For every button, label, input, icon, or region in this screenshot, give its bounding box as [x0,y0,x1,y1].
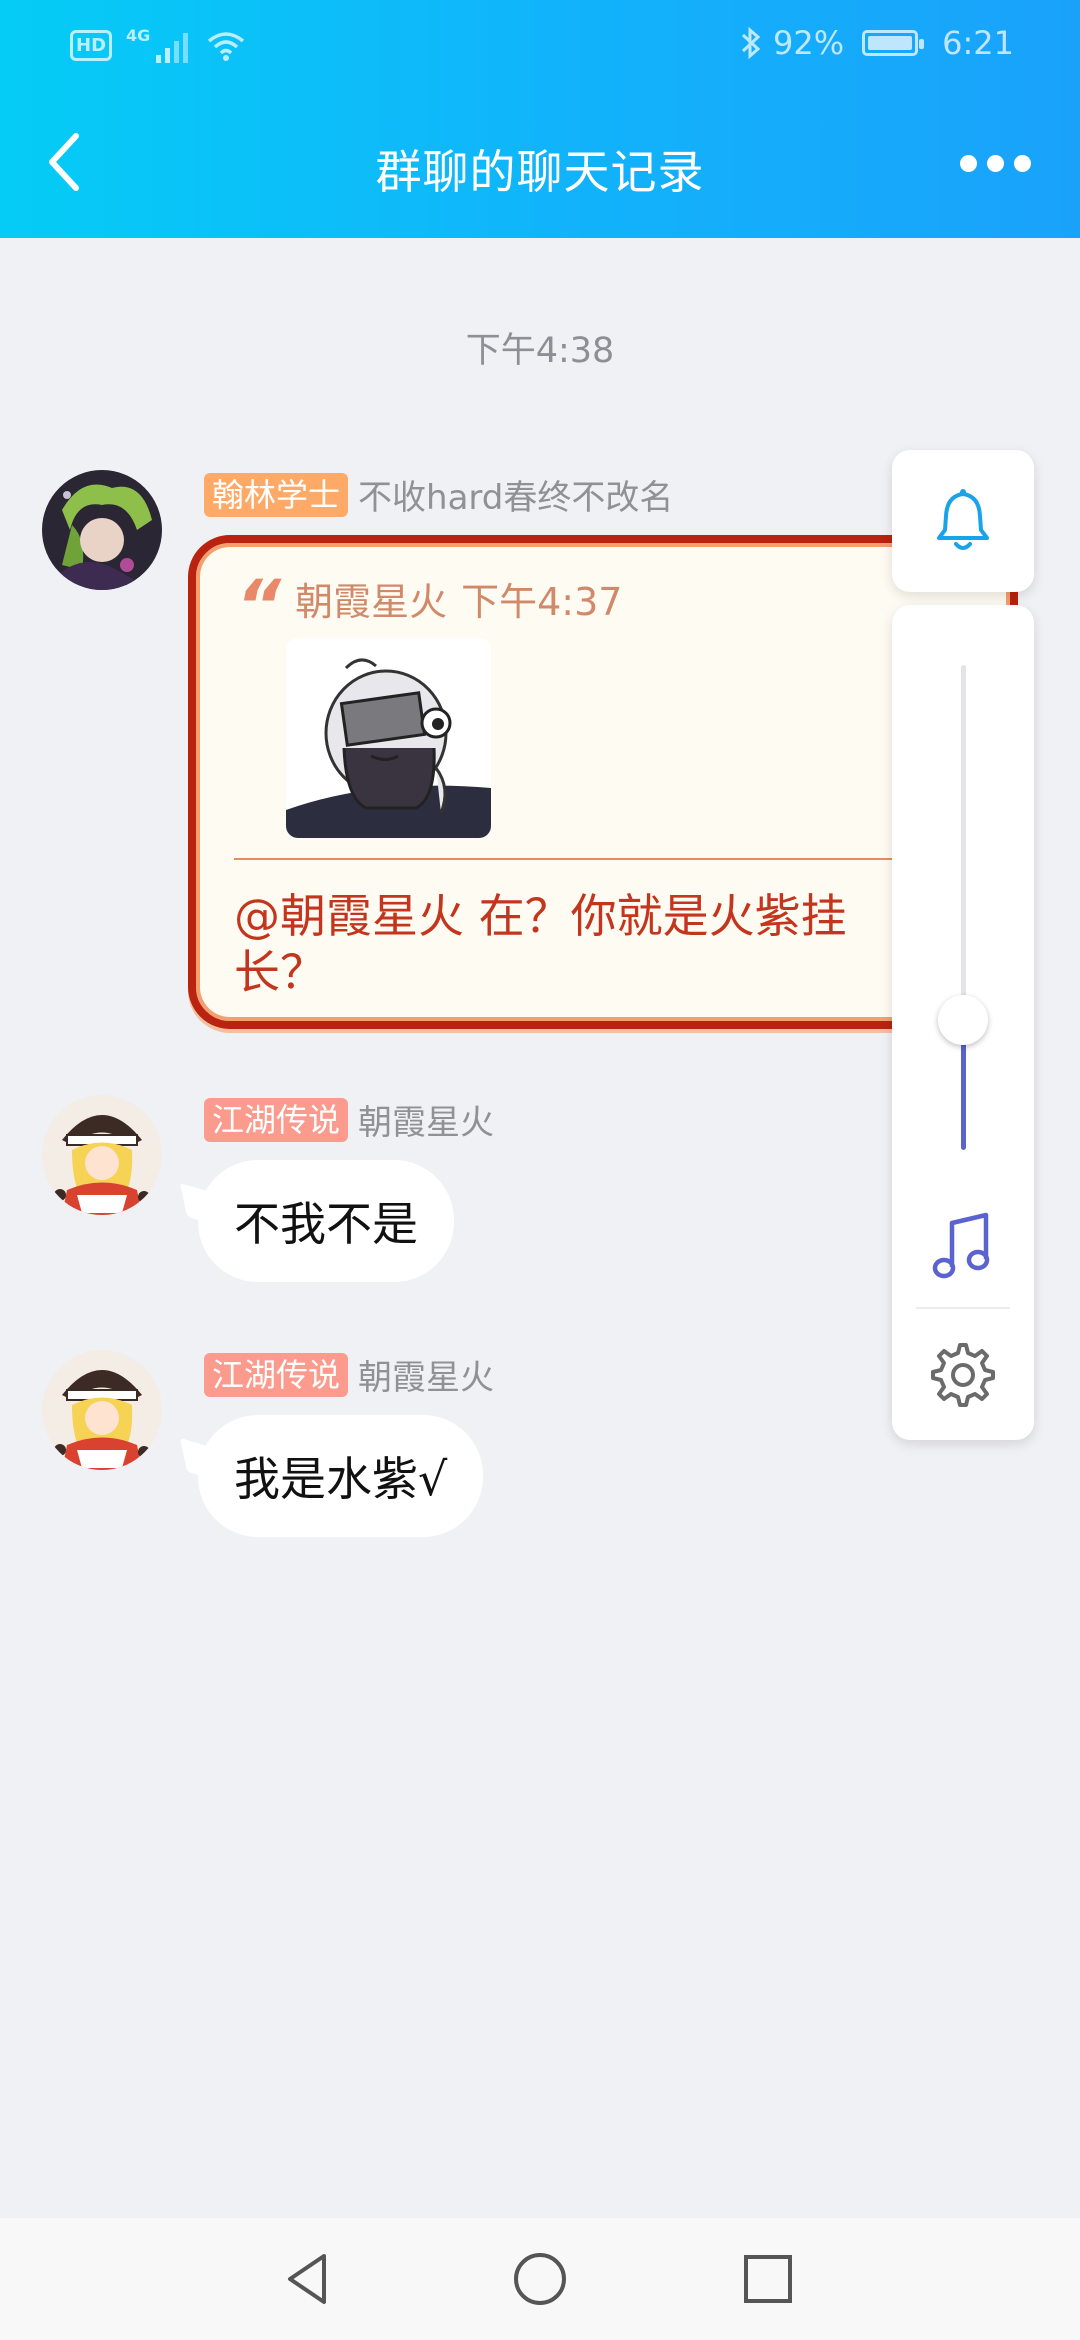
message-text: 不我不是 [234,1197,418,1251]
quote-reply-line-2: 长？ [234,945,326,999]
notification-button[interactable] [892,450,1034,592]
quote-header: “ 朝霞星火 下午4:37 [236,564,623,647]
clock: 6:21 [942,24,1014,62]
avatar-image [42,470,162,590]
battery-percent: 92% [773,24,845,62]
message-bubble[interactable]: 不我不是 [198,1160,454,1282]
back-triangle-icon [288,2254,326,2304]
more-button[interactable] [950,138,1040,188]
header: 群聊的聊天记录 [0,100,1080,230]
nav-home-button[interactable] [509,2248,571,2310]
system-nav-bar [0,2218,1080,2340]
nav-recent-button[interactable] [737,2248,799,2310]
bluetooth-icon [741,26,761,60]
message-bubble[interactable]: 我是水紫√ [198,1415,484,1537]
quoted-sticker-image[interactable] [286,638,491,838]
avatar-image [42,1095,162,1215]
avatar[interactable] [42,1350,162,1470]
avatar[interactable] [42,470,162,590]
chat-timestamp: 下午4:38 [465,331,615,371]
sender-row: 翰林学士 不收hard春终不改名 [204,470,673,519]
recent-square-icon [744,2255,792,2303]
quote-mark-icon: “ [236,564,282,647]
nav-back-button[interactable] [278,2248,340,2310]
quote-reply-line-1: @朝霞星火 在？你就是火紫挂 [234,889,847,943]
volume-slider-thumb[interactable] [938,995,988,1045]
quoted-time: 下午4:37 [461,580,623,624]
title-badge: 翰林学士 [204,472,349,517]
title-badge: 江湖传说 [204,1352,349,1397]
sender-name[interactable]: 朝霞星火 [358,1350,494,1399]
bell-icon [937,489,989,550]
music-button[interactable] [928,1205,998,1285]
quote-divider [234,858,954,860]
battery-icon [862,30,925,56]
message-text: 我是水紫√ [234,1452,448,1506]
gear-icon [931,1343,995,1407]
sender-row: 江湖传说 朝霞星火 [204,1095,494,1144]
status-bar: HD 4G 92% 6:21 [0,0,1080,88]
quote-reply-text: @朝霞星火 在？你就是火紫挂 长？ [234,888,934,1000]
quoted-author: 朝霞星火 [295,580,448,624]
music-note-icon [932,1212,990,1279]
title-badge: 江湖传说 [204,1097,349,1142]
home-circle-icon [514,2253,566,2305]
panel-divider [916,1307,1010,1309]
sender-name[interactable]: 朝霞星火 [358,1095,494,1144]
tools-panel [892,605,1034,1440]
more-dots-icon [959,154,977,172]
avatar-image [42,1350,162,1470]
settings-button[interactable] [928,1340,998,1410]
page-title: 群聊的聊天记录 [375,145,705,199]
status-left: HD 4G [70,26,246,65]
avatar[interactable] [42,1095,162,1215]
sticker-illustration [286,638,491,838]
sender-name[interactable]: 不收hard春终不改名 [358,470,673,519]
signal-icon [156,33,189,63]
network-type: 4G [126,26,192,65]
status-right: 92% 6:21 [739,24,1014,62]
wifi-icon [208,31,245,61]
hd-icon: HD [70,30,113,61]
sender-row: 江湖传说 朝霞星火 [204,1350,494,1399]
